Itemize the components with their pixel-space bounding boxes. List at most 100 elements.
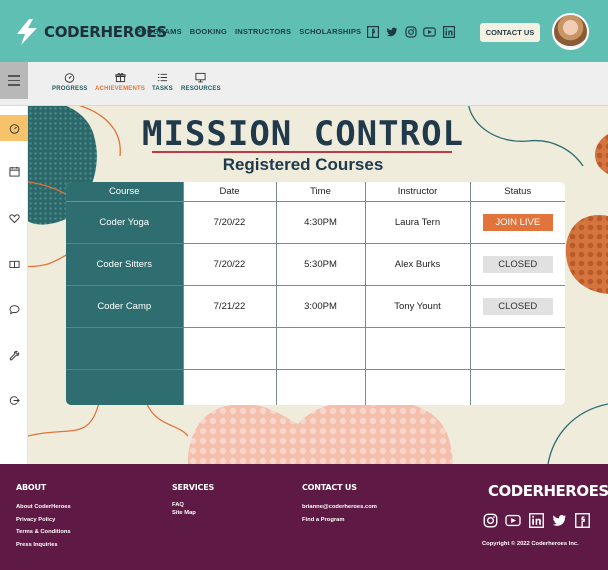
lightning-bolt-icon	[17, 19, 37, 45]
youtube-icon[interactable]	[505, 512, 521, 528]
youtube-icon[interactable]	[423, 25, 436, 38]
table-row	[66, 369, 565, 405]
footer-about-heading: ABOUT	[16, 483, 47, 492]
column-header-time[interactable]: Time	[276, 182, 366, 202]
course-instructor	[365, 327, 471, 370]
gauge-icon	[9, 123, 19, 134]
table-row: Coder Sitters 7/20/22 5:30PM Alex Burks …	[66, 243, 565, 286]
copyright-text: Copyright © 2022 Coderheroes Inc.	[482, 541, 579, 547]
course-instructor: Tony Yount	[365, 285, 471, 328]
twitter-icon[interactable]	[551, 512, 567, 528]
course-name[interactable]: Coder Yoga	[66, 201, 184, 244]
rail-item-settings[interactable]	[0, 342, 28, 368]
twitter-icon[interactable]	[385, 25, 398, 38]
nav-instructors[interactable]: INSTRUCTORS	[235, 27, 291, 36]
course-date: 7/20/22	[183, 201, 277, 244]
contact-us-button[interactable]: CONTACT US	[480, 23, 540, 42]
rail-item-logout[interactable]	[0, 387, 28, 413]
course-instructor	[365, 369, 471, 405]
nav-scholarships[interactable]: SCHOLARSHIPS	[299, 27, 361, 36]
tab-tasks[interactable]: TASKS	[152, 72, 173, 92]
tab-resources-label: RESOURCES	[181, 86, 221, 92]
table-row: Coder Yoga 7/20/22 4:30PM Laura Tern JOI…	[66, 201, 565, 244]
rail-item-calendar[interactable]	[0, 158, 28, 184]
join-live-button[interactable]: JOIN LIVE	[482, 213, 553, 231]
status-badge: CLOSED	[482, 255, 553, 273]
course-time: 5:30PM	[276, 243, 366, 286]
tab-achievements-label: ACHIEVEMENTS	[95, 86, 146, 92]
footer-link-press[interactable]: Press Inquiries	[16, 539, 71, 552]
column-header-date[interactable]: Date	[183, 182, 277, 202]
rail-item-messages[interactable]	[0, 296, 28, 322]
main-content: MISSION CONTROL Registered Courses Cours…	[28, 106, 608, 464]
rail-item-favorites[interactable]	[0, 205, 28, 231]
course-instructor: Alex Burks	[365, 243, 471, 286]
tab-achievements[interactable]: ACHIEVEMENTS	[95, 72, 145, 92]
logout-icon	[9, 395, 20, 405]
status-cell: CLOSED	[470, 285, 565, 328]
list-icon	[157, 73, 168, 82]
table-row	[66, 327, 565, 370]
footer-link-find-program[interactable]: Find a Program	[302, 514, 377, 527]
footer-link-faq[interactable]: FAQ	[172, 501, 214, 509]
tab-progress-label: PROGRESS	[52, 86, 88, 92]
tab-resources[interactable]: RESOURCES	[181, 72, 221, 92]
site-footer: ABOUT About CoderHeroes Privacy Policy T…	[0, 464, 608, 570]
footer-about: ABOUT About CoderHeroes Privacy Policy T…	[16, 483, 71, 551]
status-cell: JOIN LIVE	[470, 201, 565, 244]
footer-link-terms[interactable]: Terms & Conditions	[16, 526, 71, 539]
header-social-links	[366, 25, 455, 38]
title-underline	[152, 151, 452, 153]
facebook-icon[interactable]	[366, 25, 379, 38]
page-title: MISSION CONTROL	[141, 114, 465, 154]
monitor-icon	[195, 72, 206, 83]
course-time: 4:30PM	[276, 201, 366, 244]
hamburger-menu-icon[interactable]	[0, 62, 28, 99]
column-header-course[interactable]: Course	[66, 182, 184, 202]
footer-link-sitemap[interactable]: Site Map	[172, 509, 214, 517]
footer-brand[interactable]: CODERHEROES	[488, 482, 608, 500]
course-date	[183, 327, 277, 370]
column-header-status[interactable]: Status	[470, 182, 565, 202]
linkedin-icon[interactable]	[528, 512, 544, 528]
instagram-icon[interactable]	[404, 25, 417, 38]
table-header-row: Course Date Time Instructor Status	[66, 182, 565, 202]
footer-link-privacy[interactable]: Privacy Policy	[16, 514, 71, 527]
rail-item-library[interactable]	[0, 251, 28, 277]
column-header-instructor[interactable]: Instructor	[365, 182, 471, 202]
course-time	[276, 327, 366, 370]
rail-item-progress[interactable]	[0, 115, 28, 141]
side-rail	[0, 106, 28, 464]
course-date: 7/20/22	[183, 243, 277, 286]
calendar-icon	[8, 166, 20, 177]
status-cell	[470, 369, 565, 405]
course-name	[66, 369, 184, 405]
table-row: Coder Camp 7/21/22 3:00PM Tony Yount CLO…	[66, 285, 565, 328]
footer-link-about[interactable]: About CoderHeroes	[16, 501, 71, 514]
course-date	[183, 369, 277, 405]
status-cell: CLOSED	[470, 243, 565, 286]
instagram-icon[interactable]	[482, 512, 498, 528]
course-time: 3:00PM	[276, 285, 366, 328]
nav-booking[interactable]: BOOKING	[190, 27, 227, 36]
wrench-icon	[9, 350, 19, 360]
facebook-icon[interactable]	[574, 512, 590, 528]
tab-progress[interactable]: PROGRESS	[52, 72, 88, 92]
nav-programs[interactable]: PROGRAMS	[136, 27, 182, 36]
courses-table: Course Date Time Instructor Status Coder…	[66, 182, 565, 405]
user-avatar[interactable]	[552, 13, 589, 50]
tab-tasks-label: TASKS	[152, 86, 173, 92]
course-date: 7/21/22	[183, 285, 277, 328]
gift-icon	[114, 73, 126, 83]
page-subtitle: Registered Courses	[222, 155, 384, 174]
status-badge: CLOSED	[482, 297, 553, 315]
course-name	[66, 327, 184, 370]
footer-services: SERVICES FAQ Site Map	[172, 483, 214, 517]
linkedin-icon[interactable]	[442, 25, 455, 38]
footer-link-email[interactable]: brianne@coderheroes.com	[302, 501, 377, 514]
footer-services-heading: SERVICES	[172, 483, 215, 492]
book-icon	[8, 260, 20, 268]
heart-icon	[8, 213, 20, 223]
course-name[interactable]: Coder Camp	[66, 285, 184, 328]
course-name[interactable]: Coder Sitters	[66, 243, 184, 286]
